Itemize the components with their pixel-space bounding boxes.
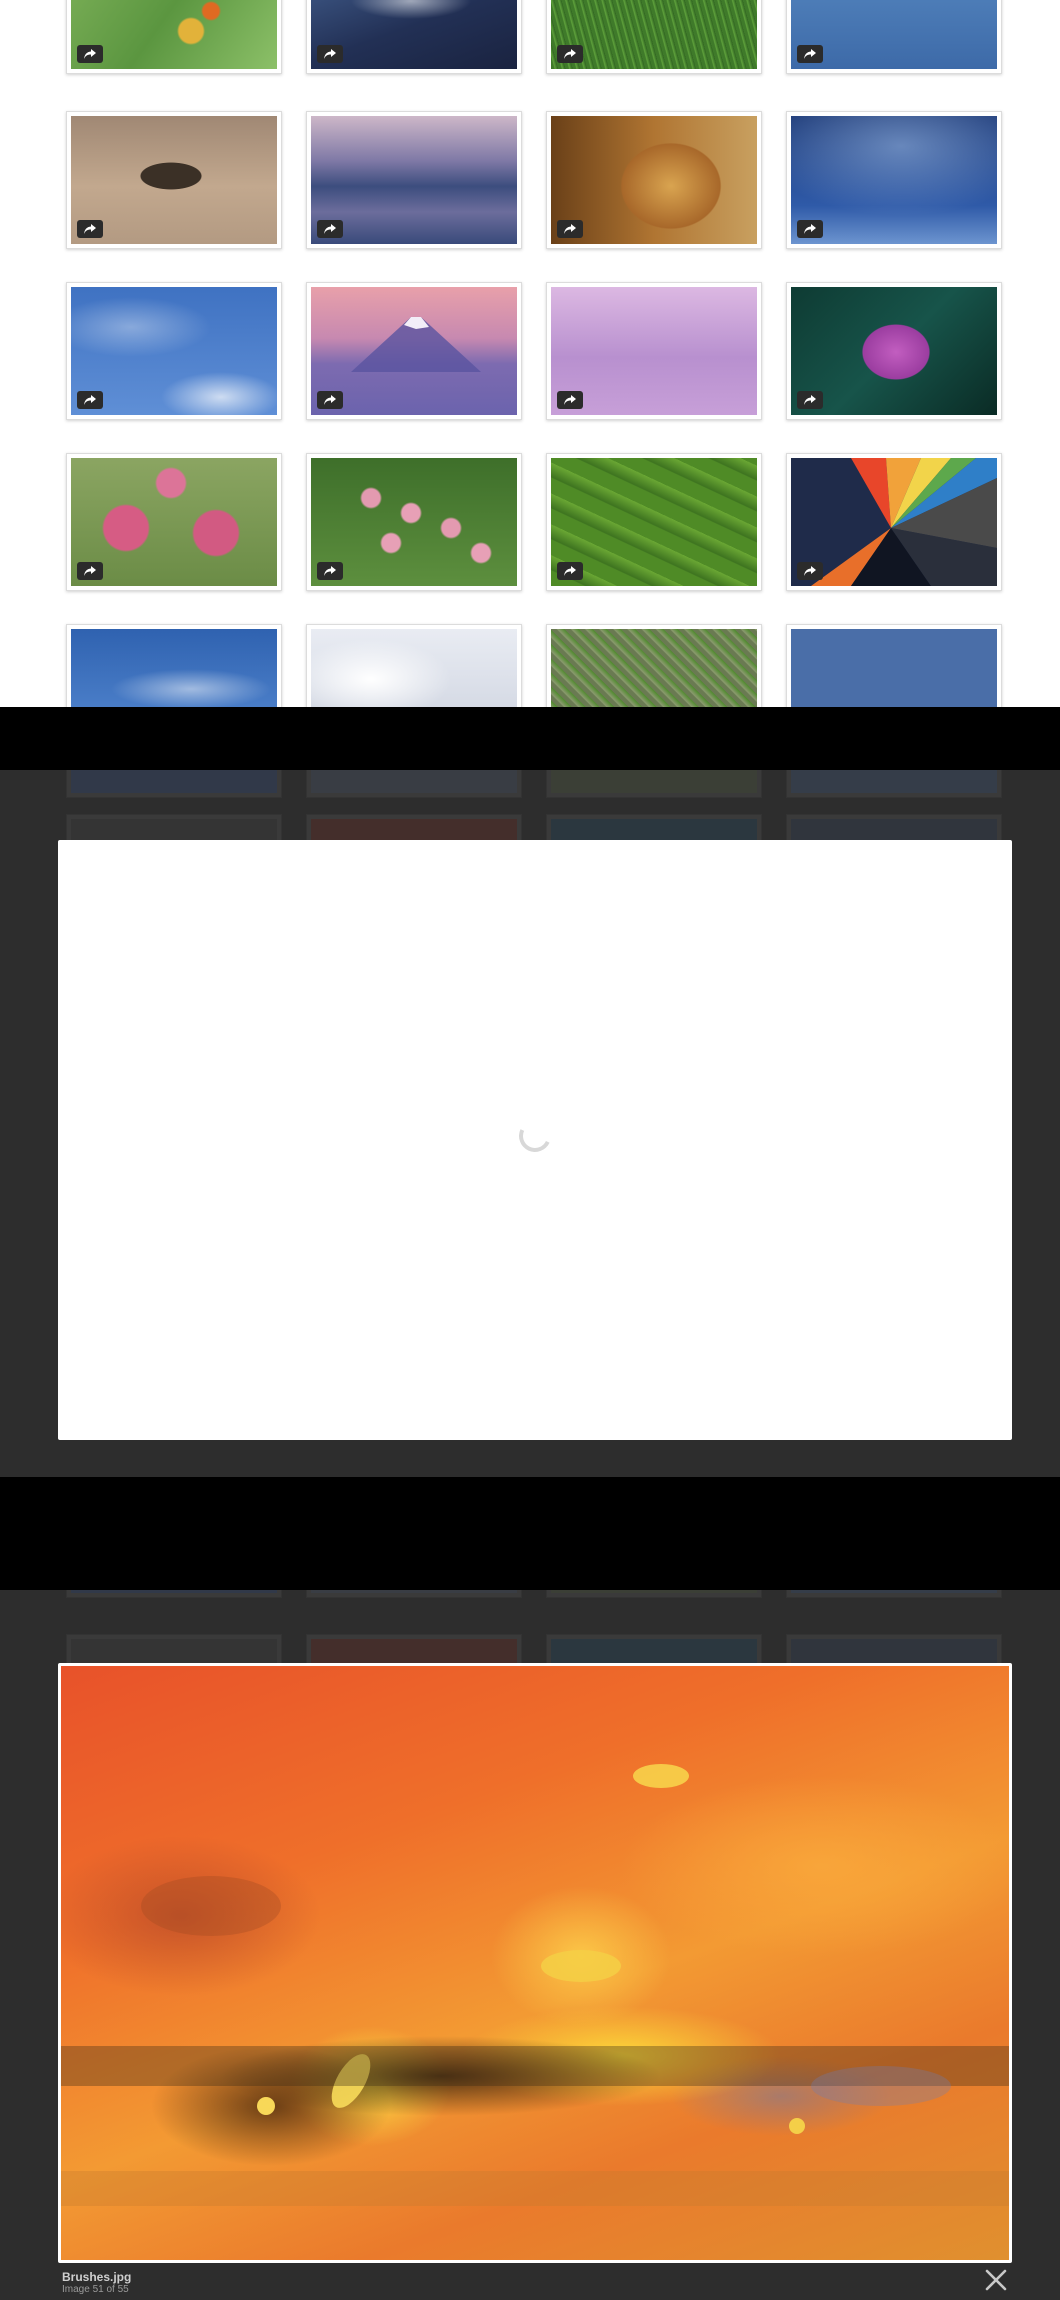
share-button[interactable] <box>557 220 583 238</box>
thumbnail[interactable] <box>66 0 282 74</box>
thumbnail[interactable] <box>786 282 1002 420</box>
lightbox-image <box>61 1666 1009 2260</box>
thumbnail[interactable] <box>306 0 522 74</box>
share-button[interactable] <box>797 562 823 580</box>
thumbnail[interactable] <box>546 111 762 249</box>
share-arrow-icon <box>324 566 336 576</box>
share-button[interactable] <box>317 45 343 63</box>
share-arrow-icon <box>84 395 96 405</box>
share-arrow-icon <box>84 224 96 234</box>
gallery-row <box>0 282 1060 422</box>
thumbnail <box>786 1590 1002 1598</box>
lightbox-loading-screen <box>0 707 1060 1590</box>
thumbnail[interactable] <box>786 624 1002 707</box>
share-button[interactable] <box>77 45 103 63</box>
share-arrow-icon <box>564 49 576 59</box>
close-button[interactable] <box>982 2266 1010 2294</box>
share-arrow-icon <box>804 566 816 576</box>
share-button[interactable] <box>317 220 343 238</box>
share-button[interactable] <box>797 220 823 238</box>
thumbnail <box>66 1590 282 1598</box>
share-button[interactable] <box>77 562 103 580</box>
thumbnail[interactable] <box>546 282 762 420</box>
spinner-icon <box>514 1115 556 1157</box>
thumbnail[interactable] <box>546 0 762 74</box>
lightbox-panel <box>58 840 1012 1440</box>
thumbnail[interactable] <box>786 0 1002 74</box>
share-arrow-icon <box>324 395 336 405</box>
thumbnail[interactable] <box>66 624 282 707</box>
lightbox-image-screen <box>0 1590 1060 2300</box>
gallery-row <box>0 453 1060 593</box>
share-button[interactable] <box>557 562 583 580</box>
thumbnail[interactable] <box>546 453 762 591</box>
share-arrow-icon <box>804 49 816 59</box>
share-button[interactable] <box>77 220 103 238</box>
share-button[interactable] <box>797 45 823 63</box>
close-icon <box>985 2269 1007 2291</box>
gallery-row <box>0 111 1060 251</box>
image-caption: Brushes.jpg Image 51 of 55 <box>62 2270 131 2296</box>
thumbnail <box>546 1590 762 1598</box>
share-arrow-icon <box>324 49 336 59</box>
share-button[interactable] <box>557 391 583 409</box>
share-arrow-icon <box>324 224 336 234</box>
lightbox-image-frame <box>58 1663 1012 2263</box>
share-arrow-icon <box>84 566 96 576</box>
image-counter: Image 51 of 55 <box>62 2284 129 2295</box>
thumbnail[interactable] <box>786 111 1002 249</box>
thumbnail[interactable] <box>66 111 282 249</box>
share-button[interactable] <box>317 391 343 409</box>
image-filename: Brushes.jpg <box>62 2270 132 2284</box>
gallery-row <box>0 0 1060 76</box>
overlay-band-top <box>0 707 1060 770</box>
share-arrow-icon <box>84 49 96 59</box>
thumbnail[interactable] <box>66 453 282 591</box>
thumbnail[interactable] <box>306 624 522 707</box>
thumbnail[interactable] <box>306 111 522 249</box>
thumbnail[interactable] <box>66 282 282 420</box>
gallery-row <box>0 624 1060 707</box>
share-arrow-icon <box>564 566 576 576</box>
thumbnail[interactable] <box>306 453 522 591</box>
share-arrow-icon <box>564 395 576 405</box>
share-button[interactable] <box>557 45 583 63</box>
thumbnail[interactable] <box>306 282 522 420</box>
painting-strokes <box>61 1764 1009 2206</box>
share-arrow-icon <box>564 224 576 234</box>
thumbnail[interactable] <box>546 624 762 707</box>
share-button[interactable] <box>317 562 343 580</box>
share-arrow-icon <box>804 224 816 234</box>
overlay-band-middle <box>0 1477 1060 1590</box>
thumbnail[interactable] <box>786 453 1002 591</box>
share-button[interactable] <box>77 391 103 409</box>
share-button[interactable] <box>797 391 823 409</box>
gallery-screen <box>0 0 1060 707</box>
thumbnail <box>306 1590 522 1598</box>
share-arrow-icon <box>804 395 816 405</box>
